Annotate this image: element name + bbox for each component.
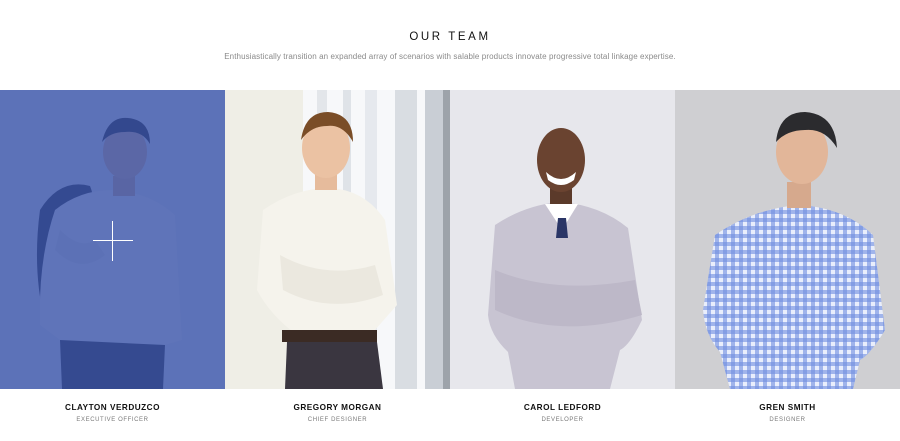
team-member-card[interactable]: GREGORY MORGAN CHIEF DESIGNER [225, 90, 450, 441]
member-name: GREN SMITH [759, 403, 816, 412]
member-name: GREGORY MORGAN [293, 403, 382, 412]
team-member-card[interactable]: CAROL LEDFORD DEVELOPER [450, 90, 675, 441]
plus-icon[interactable] [93, 221, 133, 261]
member-role: EXECUTIVE OFFICER [76, 417, 149, 423]
team-member-card[interactable]: CLAYTON VERDUZCO EXECUTIVE OFFICER [0, 90, 225, 441]
member-photo[interactable] [0, 90, 225, 389]
section-subtitle: Enthusiastically transition an expanded … [224, 52, 676, 61]
member-name: CLAYTON VERDUZCO [65, 403, 160, 412]
member-photo[interactable] [225, 90, 450, 389]
member-photo[interactable] [450, 90, 675, 389]
member-role: CHIEF DESIGNER [307, 417, 368, 423]
team-member-card[interactable]: GREN SMITH DESIGNER [675, 90, 900, 441]
member-photo[interactable] [675, 90, 900, 389]
team-grid: CLAYTON VERDUZCO EXECUTIVE OFFICER GREGO… [0, 90, 900, 441]
member-role: DEVELOPER [541, 417, 584, 423]
section-title: OUR TEAM [409, 31, 491, 43]
member-name: CAROL LEDFORD [523, 403, 602, 412]
member-role: DESIGNER [769, 417, 806, 423]
